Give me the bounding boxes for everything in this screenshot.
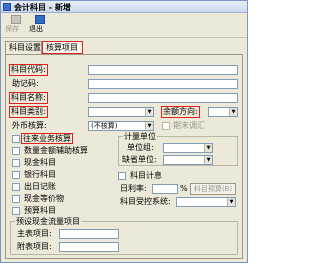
revalue-checkbox[interactable]: [162, 122, 170, 130]
rate-label: 日利率:: [120, 184, 147, 193]
code-input[interactable]: [88, 65, 238, 75]
interest-label: 科目计息: [130, 171, 162, 180]
currency-select[interactable]: (不核算) ▼: [88, 121, 154, 131]
sub-item-input[interactable]: [59, 242, 119, 252]
currency-value: (不核算): [91, 122, 118, 130]
quantity-checkbox[interactable]: [12, 147, 20, 155]
title-bar: 会计科目 - 新增: [1, 1, 247, 13]
exit-button[interactable]: 退出: [29, 15, 51, 37]
tab-account-settings[interactable]: 科目设置: [5, 41, 42, 54]
mnemonic-label: 助记码:: [12, 79, 39, 88]
tab-accounting-items[interactable]: 核算项目: [42, 41, 83, 54]
mnemonic-input[interactable]: [88, 79, 238, 89]
direction-select[interactable]: ▼: [208, 107, 238, 117]
cash-equivalent-label: 现金等价物: [24, 194, 64, 203]
chevron-down-icon: ▼: [227, 198, 235, 206]
save-label: 保存: [5, 25, 19, 33]
code-label: 科目代码:: [9, 64, 48, 76]
chevron-down-icon: ▼: [204, 156, 212, 164]
default-unit-select[interactable]: ▼: [163, 155, 213, 165]
control-system-label: 科目受控系统:: [120, 197, 171, 206]
bank-checkbox[interactable]: [12, 171, 20, 179]
sub-item-label: 附表项目:: [17, 242, 52, 251]
interest-checkbox[interactable]: [118, 172, 126, 180]
budget-button[interactable]: 科目预算(B): [190, 183, 236, 195]
category-label: 科目类别:: [9, 106, 48, 118]
window-title: 会计科目 - 新增: [14, 3, 71, 12]
name-label: 科目名称:: [9, 92, 48, 104]
journal-label: 出日记账: [24, 182, 56, 191]
currency-label: 外币核算:: [12, 121, 47, 130]
toolbar: 保存 退出: [1, 14, 247, 38]
ar-ap-label: 往来业务核算: [21, 133, 73, 144]
ar-ap-checkbox[interactable]: [12, 135, 20, 143]
cashflow-group-title: 预设现金流量项目: [15, 217, 81, 226]
default-unit-label: 缺省单位:: [122, 155, 157, 164]
budget-label: 预算科目: [24, 206, 56, 215]
cash-checkbox[interactable]: [12, 159, 20, 167]
direction-label: 余额方向:: [161, 106, 200, 118]
chevron-down-icon: ▼: [145, 108, 153, 116]
revalue-label: 期末调汇: [173, 121, 205, 130]
save-icon: [11, 15, 21, 24]
main-item-label: 主表项目:: [17, 229, 52, 238]
cashflow-groupbox: 预设现金流量项目 主表项目: 附表项目:: [10, 217, 238, 255]
category-select[interactable]: ▼: [88, 107, 154, 117]
budget-checkbox[interactable]: [12, 207, 20, 215]
bank-label: 银行科目: [24, 170, 56, 179]
app-icon: [3, 3, 11, 11]
quantity-label: 数量金额辅助核算: [24, 146, 88, 155]
chevron-down-icon: ▼: [229, 108, 237, 116]
chevron-down-icon: ▼: [145, 122, 153, 130]
chevron-down-icon: ▼: [204, 144, 212, 152]
main-item-input[interactable]: [59, 229, 119, 239]
exit-label: 退出: [29, 25, 43, 33]
rate-input[interactable]: [152, 184, 178, 194]
account-dialog-window: 会计科目 - 新增 保存 退出 科目设置 核算项目 科目代码: 助记码: 科目名…: [0, 0, 248, 263]
name-input[interactable]: [88, 93, 238, 103]
unit-group-label: 单位组:: [127, 143, 154, 152]
exit-icon: [35, 15, 45, 24]
measure-groupbox: 计量单位 单位组: ▼ 缺省单位: ▼: [118, 132, 238, 166]
unit-group-select[interactable]: ▼: [163, 143, 213, 153]
save-button[interactable]: 保存: [5, 15, 27, 37]
cash-label: 现金科目: [24, 158, 56, 167]
cash-equivalent-checkbox[interactable]: [12, 195, 20, 203]
journal-checkbox[interactable]: [12, 183, 20, 191]
measure-group-title: 计量单位: [123, 132, 157, 141]
tab-panel: 科目代码: 助记码: 科目名称: 科目类别: ▼ 余额方向: ▼ 外币核算: (…: [5, 54, 243, 259]
control-system-select[interactable]: ▼: [176, 197, 236, 207]
rate-unit: %: [180, 184, 188, 193]
